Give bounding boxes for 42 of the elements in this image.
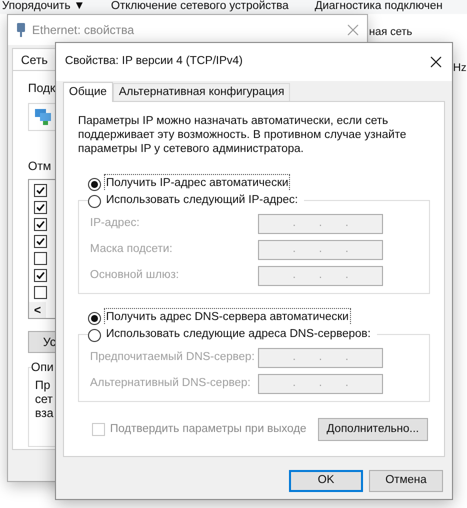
checkbox[interactable] [34,218,47,231]
description-text: Пр [35,378,52,392]
connect-label: Подк [28,80,56,97]
tab[interactable]: Альтернативная конфигурация [112,83,290,101]
toolbar-item[interactable]: Отключение сетевого устройства [111,1,289,13]
checkbox[interactable] [34,201,47,214]
field-label: Альтернативный DNS-сервер: [90,376,251,392]
field-label: IP-адрес: [90,216,140,232]
checkbox[interactable] [34,235,47,248]
window-title: Ethernet: свойства [32,22,134,39]
radio-label[interactable]: Использовать следующие адреса DNS-серверов: [104,325,373,345]
scroll-left-button[interactable]: < [29,302,46,318]
radio-button[interactable] [88,312,101,324]
checkbox[interactable] [34,252,47,265]
radio-button[interactable] [88,178,101,190]
group-label: Опи [31,360,55,374]
tab[interactable]: Сеть [12,48,57,70]
close-icon[interactable] [430,56,442,68]
field-label: Основной шлюз: [90,268,179,284]
toolbar-item[interactable]: Упорядочить ▼ [2,1,86,13]
intro-text: Параметры IP можно назначать автоматически, если сеть поддерживает эту возможность. В противном случае узнайте параметры IP у сетевого администратора. [78,114,408,156]
tab[interactable]: Общие [63,82,113,102]
network-adapter-icon [16,23,26,37]
advanced-button[interactable]: Дополнительно... [318,418,428,441]
toolbar-item[interactable]: Диагностика подключен [314,1,443,13]
components-label: Отм [28,158,52,175]
checkbox[interactable] [34,184,47,197]
adapter-text: Hz [453,61,466,76]
dialog-button[interactable]: Отмена [369,470,443,492]
radio-button[interactable] [88,194,101,208]
dialog-title: Свойства: IP версии 4 (TCP/IPv4) [65,54,243,70]
description-text: вза [35,406,54,420]
description-text: сет [35,392,54,406]
radio-label[interactable]: Использовать следующий IP-адрес: [104,191,300,211]
dialog-button[interactable]: OK [289,470,363,492]
network-icon [34,108,52,126]
field-label: Предпочитаемый DNS-сервер: [90,350,255,366]
radio-button[interactable] [88,328,101,342]
checkbox[interactable] [34,286,47,299]
network-name: ная сеть [369,26,412,39]
checkbox[interactable] [34,269,47,282]
field-label: Маска подсети: [90,242,172,258]
